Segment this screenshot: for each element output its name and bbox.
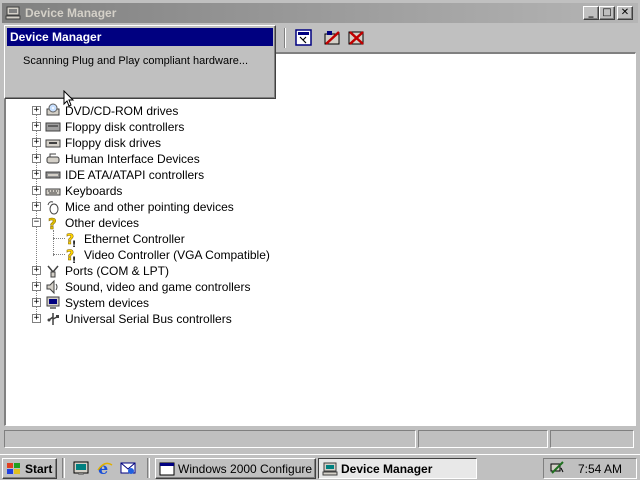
tree-item-label: Mice and other pointing devices	[65, 200, 234, 214]
expand-toggle[interactable]: +	[32, 298, 41, 307]
uninstall-icon	[348, 31, 364, 45]
tree-item-label: Keyboards	[65, 184, 123, 198]
expand-toggle[interactable]: +	[32, 170, 41, 179]
tree-item[interactable]: ? Other devices	[45, 215, 139, 231]
properties-button[interactable]	[293, 28, 315, 48]
device-tree[interactable]: + DVD/CD-ROM drives + Floppy disk controlle…	[4, 52, 636, 426]
tree-item-label: Ethernet Controller	[84, 232, 185, 246]
computer-management-icon	[322, 462, 338, 475]
task-label: Device Manager	[341, 461, 433, 476]
collapse-toggle[interactable]: −	[32, 218, 41, 227]
windows-logo-icon	[7, 462, 20, 474]
taskbar: Start e Windows 2000 Configure ... Devic…	[0, 454, 640, 480]
tree-item-label: Video Controller (VGA Compatible)	[84, 248, 270, 262]
close-button[interactable]: ✕	[617, 6, 633, 20]
tree-item[interactable]: Keyboards	[45, 183, 122, 199]
tree-item-label: Other devices	[65, 216, 140, 230]
tree-item[interactable]: Sound, video and game controllers	[45, 279, 250, 295]
taskbar-separator	[62, 458, 65, 478]
start-button[interactable]: Start	[2, 458, 57, 479]
disk-controller-icon	[45, 122, 61, 132]
task-device-manager[interactable]: Device Manager	[318, 458, 477, 479]
tree-child-item[interactable]: ?! Ethernet Controller	[64, 231, 185, 247]
expand-toggle[interactable]: +	[32, 314, 41, 323]
unknown-device-warning-icon: ?!	[66, 232, 76, 247]
expand-toggle[interactable]: +	[32, 154, 41, 163]
svg-text:!: !	[72, 256, 76, 263]
status-cell-main	[4, 430, 416, 448]
sound-icon	[46, 279, 58, 295]
tree-item[interactable]: Floppy disk controllers	[45, 119, 184, 135]
computer-management-icon	[5, 6, 21, 20]
ide-controller-icon	[45, 171, 61, 179]
tree-connector	[53, 230, 54, 256]
tree-item-label: System devices	[65, 296, 150, 310]
tree-item[interactable]: IDE ATA/ATAPI controllers	[45, 167, 204, 183]
expand-toggle[interactable]: +	[32, 202, 41, 211]
toolbar-separator	[284, 28, 286, 48]
internet-explorer-icon[interactable]: e	[97, 460, 113, 476]
tree-item[interactable]: Ports (COM & LPT)	[45, 263, 169, 279]
tree-item[interactable]: System devices	[45, 295, 149, 311]
show-desktop-icon[interactable]	[73, 460, 89, 476]
update-driver-icon	[324, 31, 340, 45]
tree-item[interactable]: Human Interface Devices	[45, 151, 200, 167]
window-title: Device Manager	[25, 6, 117, 20]
uninstall-button[interactable]	[346, 28, 368, 48]
unknown-device-icon: ?	[48, 215, 57, 231]
outlook-express-icon[interactable]	[120, 460, 136, 476]
tree-item[interactable]: Mice and other pointing devices	[45, 199, 234, 215]
tree-item-label: Floppy disk drives	[65, 136, 162, 150]
port-icon	[47, 265, 59, 278]
status-cell-2	[418, 430, 548, 448]
keyboard-icon	[45, 188, 61, 196]
expand-toggle[interactable]: +	[32, 266, 41, 275]
usb-icon	[47, 313, 59, 325]
mouse-icon	[47, 201, 59, 215]
tree-item-label: Floppy disk controllers	[65, 120, 185, 134]
scanning-dialog: Device Manager Scanning Plug and Play co…	[4, 25, 276, 99]
window-titlebar[interactable]: Device Manager	[2, 3, 638, 23]
task-windows-2000-configure[interactable]: Windows 2000 Configure ...	[155, 458, 316, 479]
dialog-title: Device Manager	[7, 28, 273, 46]
tree-item-label: Universal Serial Bus controllers	[65, 312, 232, 326]
status-bar	[4, 430, 636, 448]
tree-item-label: Ports (COM & LPT)	[65, 264, 170, 278]
expand-toggle[interactable]: +	[32, 282, 41, 291]
expand-toggle[interactable]: +	[32, 138, 41, 147]
update-driver-button[interactable]	[322, 28, 344, 48]
hid-icon	[46, 153, 60, 164]
network-tray-icon[interactable]	[549, 460, 565, 476]
properties-icon	[295, 29, 312, 46]
tree-child-item[interactable]: ?! Video Controller (VGA Compatible)	[64, 247, 270, 263]
mouse-cursor-icon	[63, 90, 75, 107]
cdrom-icon	[46, 103, 60, 116]
status-cell-3	[550, 430, 634, 448]
tree-item-label: IDE ATA/ATAPI controllers	[65, 168, 205, 182]
system-tray: 7:54 AM	[543, 458, 637, 479]
tree-item[interactable]: Floppy disk drives	[45, 135, 161, 151]
clock[interactable]: 7:54 AM	[578, 462, 622, 476]
maximize-button[interactable]: □	[599, 6, 615, 20]
tree-item-label: Sound, video and game controllers	[65, 280, 251, 294]
floppy-drive-icon	[45, 139, 61, 148]
tree-item-label: DVD/CD-ROM drives	[65, 104, 179, 118]
taskbar-separator	[147, 458, 150, 478]
tree-item[interactable]: Universal Serial Bus controllers	[45, 311, 232, 327]
system-icon	[46, 296, 60, 309]
expand-toggle[interactable]: +	[32, 122, 41, 131]
tree-item-label: Human Interface Devices	[65, 152, 200, 166]
window-icon	[159, 462, 175, 475]
task-label: Windows 2000 Configure ...	[178, 461, 316, 476]
unknown-device-warning-icon: ?!	[66, 248, 76, 263]
start-label: Start	[25, 461, 53, 476]
expand-toggle[interactable]: +	[32, 186, 41, 195]
svg-text:!: !	[72, 240, 76, 247]
svg-text:?: ?	[48, 215, 57, 231]
minimize-button[interactable]: _	[583, 6, 599, 20]
dialog-message: Scanning Plug and Play compliant hardwar…	[23, 55, 249, 67]
expand-toggle[interactable]: +	[32, 106, 41, 115]
